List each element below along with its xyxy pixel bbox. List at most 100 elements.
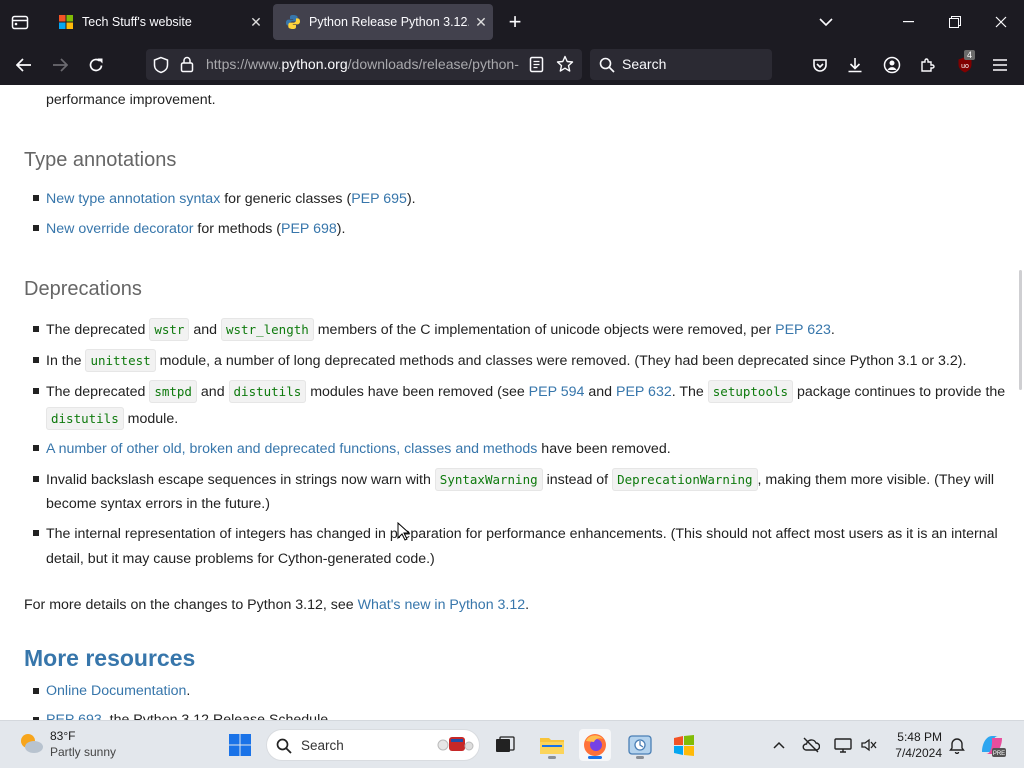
heading-type-annotations: Type annotations [24, 149, 177, 171]
list-item: New type annotation syntax for generic c… [46, 191, 416, 207]
firefox-view-icon [11, 15, 29, 30]
link-removed-functions[interactable]: A number of other old, broken and deprec… [46, 441, 537, 457]
restore-button[interactable] [942, 10, 968, 34]
notifications-button[interactable] [944, 729, 970, 761]
browser-chrome: Tech Stuff's website ✕ Python Release Py… [0, 0, 1024, 85]
bullet [33, 445, 39, 451]
arrow-left-icon [16, 58, 31, 72]
tray-icon[interactable] [798, 729, 824, 761]
list-item: A number of other old, broken and deprec… [46, 441, 671, 457]
start-button[interactable] [224, 729, 256, 761]
chevron-up-icon [773, 741, 785, 749]
link-type-annotation-syntax[interactable]: New type annotation syntax [46, 191, 220, 207]
link-pep-695[interactable]: PEP 695 [351, 191, 407, 207]
copilot-icon: PRE [982, 736, 1006, 757]
bullet [33, 326, 39, 332]
list-item-continuation: distutils module. [46, 407, 178, 430]
tab-close-icon[interactable]: ✕ [469, 14, 493, 31]
tab-close-icon[interactable]: ✕ [244, 14, 268, 31]
task-view-button[interactable] [489, 729, 521, 761]
link-whats-new[interactable]: What's new in Python 3.12 [358, 597, 526, 613]
back-button[interactable] [10, 52, 38, 78]
list-item-continuation: become syntax errors in the future.) [46, 496, 270, 512]
chevron-down-icon [819, 17, 833, 26]
link-pep-693[interactable]: PEP 693 [46, 712, 102, 720]
forward-button[interactable] [46, 52, 74, 78]
url-path: /downloads/release/python- [347, 56, 519, 72]
new-tab-button[interactable]: + [502, 9, 528, 34]
page-content: performance improvement. Type annotation… [0, 85, 1024, 720]
tab-python-release[interactable]: Python Release Python 3.12.4 | ✕ [273, 4, 493, 40]
list-item: In the unittest module, a number of long… [46, 349, 966, 372]
link-pep-623[interactable]: PEP 623 [775, 322, 831, 338]
text: . [830, 322, 835, 338]
list-item: New override decorator for methods (PEP … [46, 221, 345, 237]
search-box[interactable]: Search [590, 49, 772, 80]
ublock-extension-button[interactable]: uo 4 [952, 50, 978, 78]
list-tabs-button[interactable] [814, 11, 838, 33]
downloads-button[interactable] [843, 52, 867, 78]
more-details-paragraph: For more details on the changes to Pytho… [24, 597, 529, 613]
link-pep-594[interactable]: PEP 594 [529, 384, 585, 400]
bookmark-star-icon[interactable] [556, 55, 574, 73]
taskbar-search[interactable]: Search [266, 729, 480, 761]
pocket-button[interactable] [808, 52, 832, 78]
network-icon [834, 738, 852, 753]
minimize-button[interactable] [896, 10, 922, 34]
link-pep-632[interactable]: PEP 632 [616, 384, 672, 400]
firefox-view-button[interactable] [6, 10, 34, 34]
code-smtpd: smtpd [149, 380, 197, 403]
text: The deprecated [46, 322, 150, 338]
speaker-muted-icon [861, 738, 877, 752]
text: For more details on the changes to Pytho… [24, 597, 358, 613]
show-hidden-icons-button[interactable] [766, 729, 792, 761]
text: for methods ( [193, 221, 281, 237]
network-tray-button[interactable] [830, 729, 856, 761]
reader-view-icon[interactable] [529, 56, 545, 73]
taskbar-search-label: Search [301, 738, 344, 753]
file-explorer-button[interactable] [536, 729, 568, 761]
shield-icon[interactable] [152, 56, 170, 74]
bell-icon [949, 738, 965, 754]
link-override-decorator[interactable]: New override decorator [46, 221, 193, 237]
system-clock[interactable]: 5:48 PM 7/4/2024 [895, 729, 942, 761]
close-window-button[interactable] [988, 10, 1014, 34]
search-highlight-icon [437, 737, 474, 751]
url-text[interactable]: https://www.python.org/downloads/release… [206, 56, 519, 72]
code-syntaxwarning: SyntaxWarning [434, 468, 543, 491]
text: and [189, 322, 221, 338]
windows-flag-icon [674, 735, 694, 756]
restore-icon [949, 16, 961, 28]
copilot-button[interactable]: PRE [976, 729, 1008, 761]
app-menu-button[interactable] [988, 52, 1012, 78]
windows-app-taskbar-button[interactable] [668, 729, 700, 761]
text: have been removed. [537, 441, 671, 457]
text: members of the C implementation of unico… [313, 322, 776, 338]
reload-button[interactable] [82, 52, 110, 78]
mouse-cursor-icon [397, 522, 411, 541]
text: In the [46, 353, 86, 369]
tab-tech-stuff[interactable]: Tech Stuff's website ✕ [46, 4, 268, 40]
app-taskbar-button[interactable] [624, 729, 656, 761]
bullet [33, 476, 39, 482]
code-distutils: distutils [228, 380, 307, 403]
search-placeholder: Search [622, 56, 667, 72]
extensions-button[interactable] [916, 52, 940, 78]
lock-icon[interactable] [180, 56, 194, 73]
url-bar[interactable]: https://www.python.org/downloads/release… [146, 49, 582, 80]
list-item: The deprecated wstr and wstr_length memb… [46, 318, 835, 341]
weather-widget[interactable]: 83°F Partly sunny [18, 728, 116, 760]
firefox-taskbar-button[interactable] [579, 729, 611, 761]
svg-text:PRE: PRE [993, 751, 1005, 757]
puzzle-icon [921, 58, 935, 72]
text: Invalid backslash escape sequences in st… [46, 472, 435, 488]
volume-tray-button[interactable] [856, 729, 882, 761]
scrollbar-thumb[interactable] [1019, 270, 1022, 390]
account-button[interactable] [880, 52, 904, 78]
tab-strip: Tech Stuff's website ✕ Python Release Py… [0, 0, 1024, 44]
link-pep-698[interactable]: PEP 698 [281, 221, 337, 237]
code-wstr-length: wstr_length [221, 318, 314, 341]
python-favicon-icon [286, 15, 300, 29]
link-online-documentation[interactable]: Online Documentation [46, 683, 186, 699]
firefox-icon [584, 734, 606, 756]
